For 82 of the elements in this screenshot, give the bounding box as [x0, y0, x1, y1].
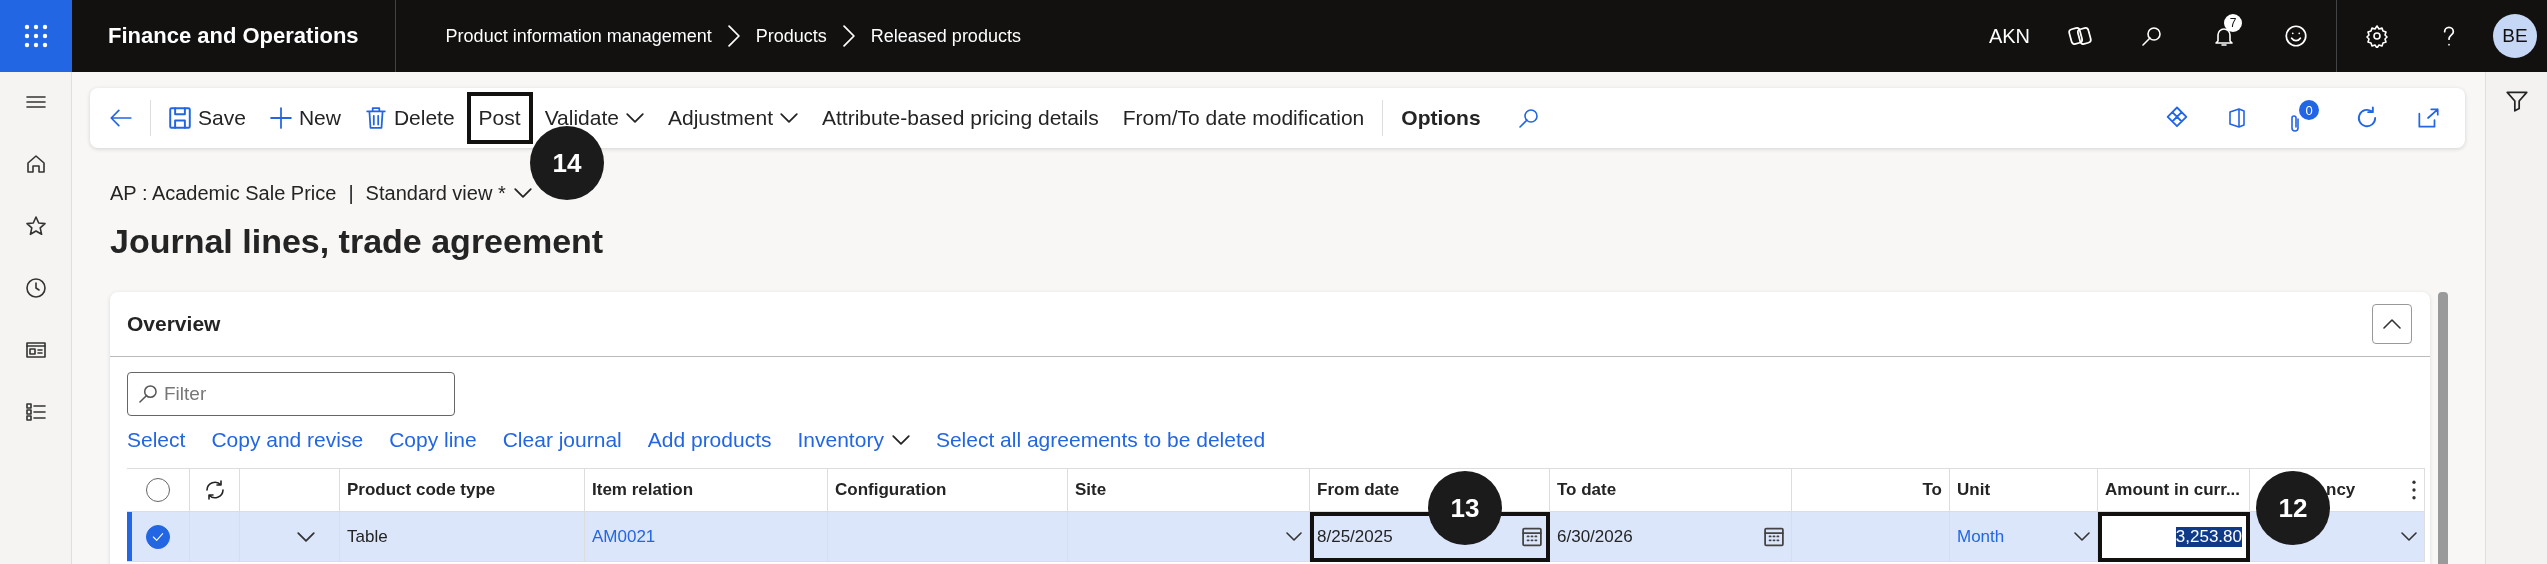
attachments-badge: 0: [2299, 100, 2319, 120]
chevron-icon: [842, 25, 855, 47]
scrollbar[interactable]: [2438, 292, 2448, 564]
toolbar-button[interactable]: Adjustment: [655, 92, 811, 144]
more-icon[interactable]: [2411, 480, 2417, 500]
caret-icon: [780, 113, 799, 123]
caret-icon: [1286, 532, 1302, 541]
action-link[interactable]: Select all agreements to be deleted: [935, 428, 1266, 452]
breadcrumb-link[interactable]: Products: [755, 25, 827, 47]
section-title: Overview: [127, 312, 221, 336]
row-selector[interactable]: [127, 512, 190, 562]
caret-icon: [2401, 532, 2417, 541]
clock-icon: [23, 276, 48, 300]
caret-icon: [625, 113, 644, 123]
collapse-button[interactable]: [2372, 304, 2412, 344]
filter-icon: [2503, 88, 2530, 114]
amount-field[interactable]: 3,253.80: [2098, 512, 2250, 562]
search-icon: [2140, 24, 2164, 48]
settings-icon: [2365, 24, 2389, 48]
breadcrumb-link[interactable]: Released products: [870, 25, 1021, 47]
open-new-window-button[interactable]: [2415, 105, 2441, 131]
column-header[interactable]: Item relation: [585, 468, 828, 512]
attachments-button[interactable]: 0: [2283, 100, 2319, 136]
notifications-button[interactable]: 7: [2188, 0, 2260, 72]
toolbar-button[interactable]: From/To date modification: [1110, 92, 1377, 144]
caret-icon: [2074, 532, 2090, 541]
chevron-icon: [727, 25, 740, 47]
row-checkbox[interactable]: [146, 524, 170, 549]
table-cell: Table: [340, 512, 585, 562]
column-header[interactable]: Site: [1068, 468, 1310, 512]
action-link[interactable]: Copy and revise: [211, 428, 364, 452]
smiley-icon: [2283, 23, 2309, 49]
view-selector[interactable]: Standard view *: [365, 181, 532, 205]
notification-badge: 7: [2224, 14, 2242, 32]
user-avatar[interactable]: BE: [2493, 14, 2537, 58]
toolbar-button[interactable]: Delete: [352, 92, 467, 144]
company-label[interactable]: AKN: [1974, 24, 2044, 48]
list-icon: [23, 400, 48, 424]
toolbar-button[interactable]: Options: [1389, 92, 1493, 144]
action-link[interactable]: Clear journal: [502, 428, 622, 452]
column-header[interactable]: Configuration: [828, 468, 1068, 512]
action-link[interactable]: Add products: [647, 428, 772, 452]
search-icon: [139, 385, 157, 403]
page-context: AP : Academic Sale Price: [110, 181, 337, 205]
select-all-checkbox[interactable]: [146, 478, 170, 502]
recent-button[interactable]: [23, 276, 48, 300]
caret-icon: [513, 188, 532, 198]
trash-icon: [364, 107, 387, 129]
page-title: Journal lines, trade agreement: [110, 222, 605, 262]
toolbar-button[interactable]: Attribute-based pricing details: [810, 92, 1111, 144]
callout-tooltip: 14: [530, 126, 604, 200]
dropdown-field[interactable]: [1068, 512, 1310, 562]
favorites-button[interactable]: [23, 214, 48, 238]
search-button[interactable]: [1516, 106, 1541, 130]
toolbar-button[interactable]: New: [257, 92, 353, 144]
modules-button[interactable]: [23, 400, 48, 424]
action-menu[interactable]: Inventory: [797, 428, 910, 452]
caret-icon: [891, 435, 910, 445]
context-separator: |: [348, 181, 354, 205]
column-header[interactable]: Product code type: [340, 468, 585, 512]
search-icon: [1516, 106, 1541, 130]
calendar-icon: [1764, 526, 1784, 547]
filter-field[interactable]: Filter: [127, 372, 455, 416]
unit-dropdown[interactable]: Month: [1950, 512, 2098, 562]
action-link[interactable]: Select: [127, 428, 186, 452]
toolbar-button[interactable]: Save: [157, 92, 258, 144]
caret-icon: [297, 531, 315, 542]
toolbar-button[interactable]: Post: [466, 92, 533, 144]
plus-icon: [269, 107, 292, 129]
calendar-icon: [1522, 526, 1542, 547]
item-link[interactable]: AM0021: [585, 512, 828, 562]
app-name: Finance and Operations: [72, 0, 396, 72]
waffle-icon: [24, 24, 48, 48]
star-icon: [23, 214, 48, 238]
app-launcher-button[interactable]: [0, 0, 72, 72]
action-link[interactable]: Copy line: [389, 428, 477, 452]
save-icon: [169, 107, 191, 129]
date-field[interactable]: 6/30/2026: [1550, 512, 1792, 562]
breadcrumb-link[interactable]: Product information management: [445, 25, 712, 47]
column-header[interactable]: To date: [1550, 468, 1792, 512]
popout-icon: [2415, 105, 2441, 131]
chevron-up-icon: [2382, 319, 2402, 329]
